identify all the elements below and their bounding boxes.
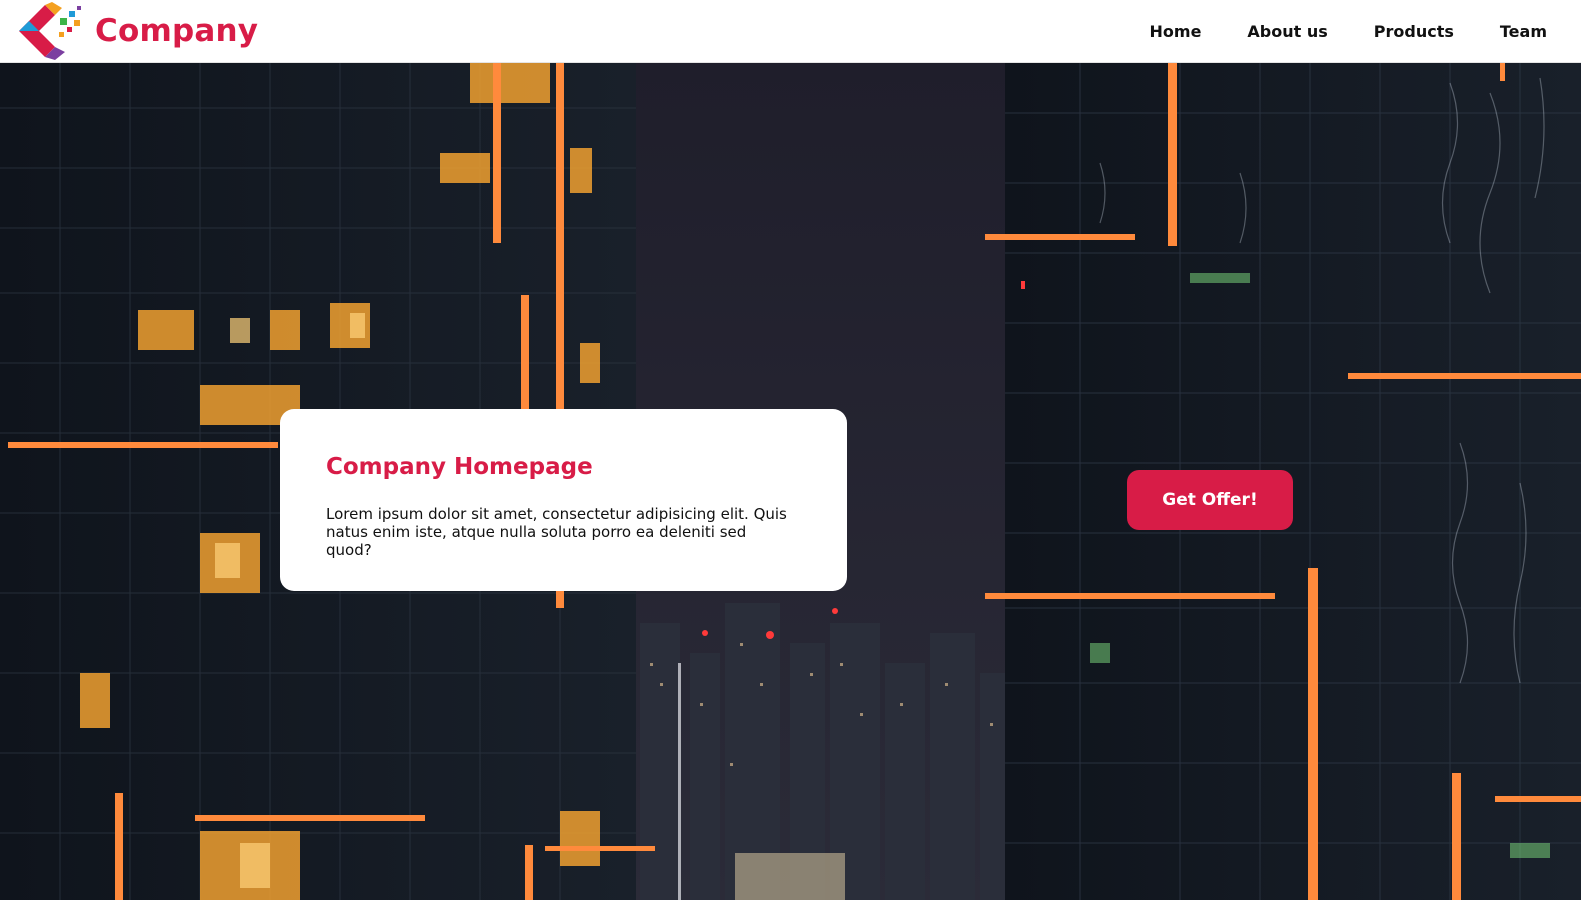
nav-about-link[interactable]: About us [1247,22,1327,41]
brand[interactable]: Company [15,2,258,60]
hero-info-card: Company Homepage Lorem ipsum dolor sit a… [280,409,847,591]
nav-products-link[interactable]: Products [1374,22,1454,41]
colorful-c-logo-icon [19,2,81,60]
get-offer-button[interactable]: Get Offer! [1127,470,1293,530]
nav-team-link[interactable]: Team [1500,22,1547,41]
top-navbar: Company Home About us Products Team [0,0,1581,63]
main-nav: Home About us Products Team [1150,22,1547,41]
hero-section: Company Homepage Lorem ipsum dolor sit a… [0,63,1581,900]
card-title: Company Homepage [326,454,593,480]
nav-home-link[interactable]: Home [1150,22,1202,41]
card-description: Lorem ipsum dolor sit amet, consectetur … [326,505,787,559]
brand-name: Company [95,13,259,49]
